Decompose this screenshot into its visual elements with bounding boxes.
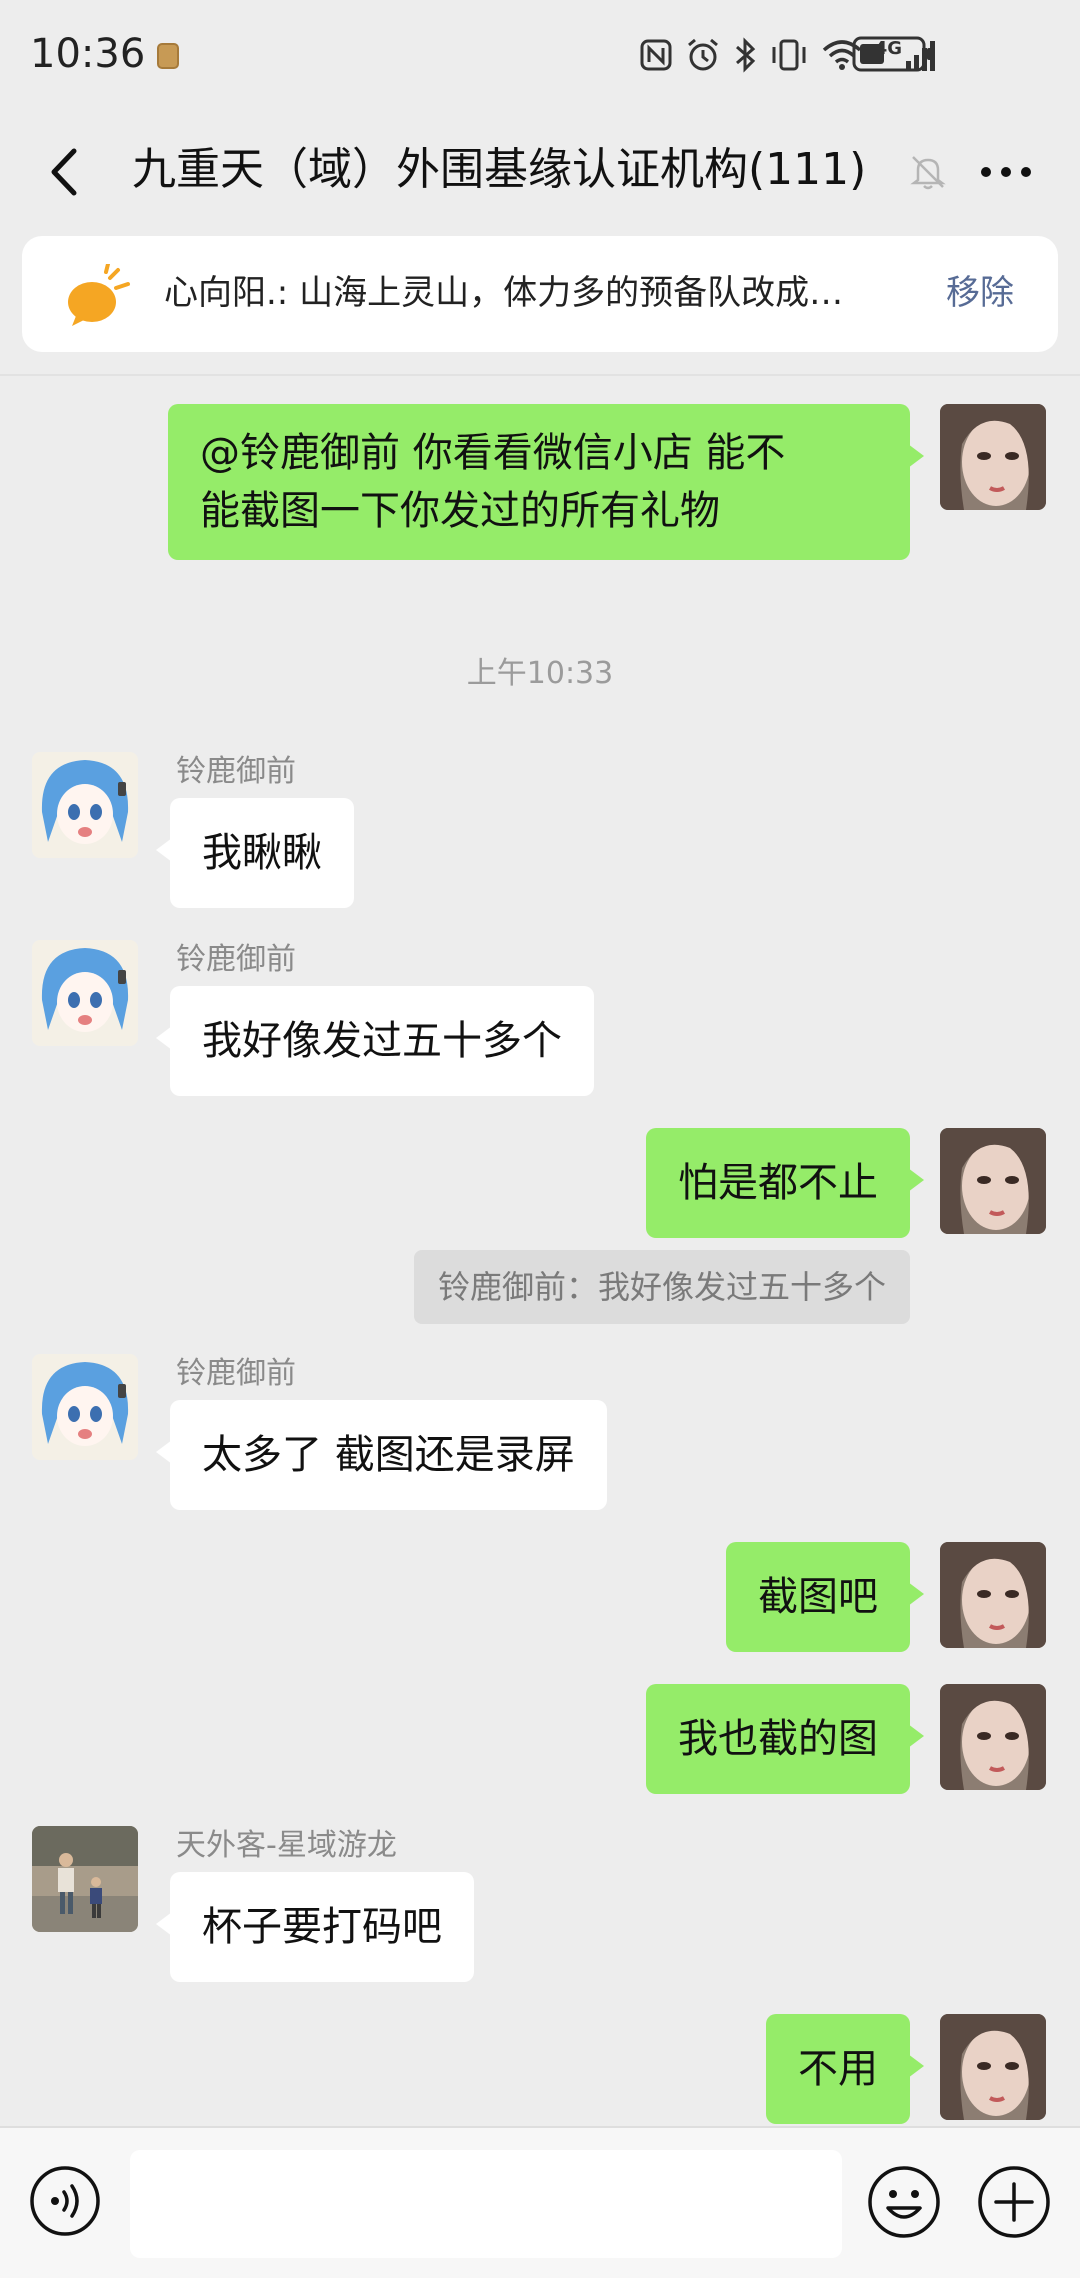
bluetooth-icon [735,37,755,73]
message-text: 我好像发过五十多个 [202,1018,562,1064]
app-notification-icon [157,43,180,69]
message-text: @铃鹿御前 你看看微信小店 能不 [200,430,786,476]
sender-name: 铃鹿御前 [176,754,296,789]
quoted-message[interactable]: 铃鹿御前：我好像发过五十多个 [413,1250,910,1324]
battery-icon [852,36,932,72]
message-text: 截图吧 [758,1574,878,1620]
message-input-bar [0,2126,1080,2278]
other-message-bubble[interactable]: 我好像发过五十多个 [156,986,594,1096]
pinned-text: 心向阳.: 山海上灵山，体力多的预备队改成… [164,273,844,313]
sender-name: 铃鹿御前 [176,942,296,977]
more-options-button[interactable] [976,148,1036,196]
sender-avatar[interactable] [32,940,138,1046]
quoted-text: 铃鹿御前：我好像发过五十多个 [437,1268,886,1306]
anime-girl-avatar [32,752,138,858]
chat-title: 九重天（域）外围基缘认证机构(111) [132,144,867,195]
my-message-bubble[interactable]: @铃鹿御前 你看看微信小店 能不 能截图一下你发过的所有礼物 [168,404,924,560]
sender-avatar[interactable] [32,1354,138,1460]
sender-avatar[interactable] [32,1826,138,1932]
my-avatar[interactable] [940,1128,1046,1234]
my-avatar[interactable] [940,2014,1046,2120]
other-message-bubble[interactable]: 杯子要打码吧 [156,1872,474,1982]
my-message-bubble[interactable]: 截图吧 [726,1542,924,1652]
message-text: 杯子要打码吧 [202,1904,442,1950]
emoji-icon[interactable] [866,2164,942,2240]
back-arrow-icon [51,148,77,196]
voice-icon[interactable] [28,2164,102,2238]
divider [0,374,1080,376]
message-text: 能截图一下你发过的所有礼物 [200,488,720,534]
alarm-icon [687,38,718,71]
other-message-bubble[interactable]: 我瞅瞅 [156,798,354,908]
woman-portrait-avatar [940,1542,1046,1648]
my-message-bubble[interactable]: 我也截的图 [646,1684,924,1794]
message-text: 我瞅瞅 [202,830,322,876]
message-timestamp: 上午10:33 [466,656,614,691]
chat-header: 九重天（域）外围基缘认证机构(111) [0,108,1080,236]
woman-portrait-avatar [940,404,1046,510]
street-photo-avatar [32,1826,138,1932]
woman-portrait-avatar [940,2014,1046,2120]
bell-muted-icon [910,156,946,190]
sender-avatar[interactable] [32,752,138,858]
sender-name: 天外客-星域游龙 [176,1828,397,1863]
anime-girl-avatar [32,1354,138,1460]
remove-pinned-button[interactable]: 移除 [946,270,1014,316]
anime-girl-avatar [32,940,138,1046]
announcement-icon [68,264,130,326]
plus-icon[interactable] [976,2164,1052,2240]
woman-portrait-avatar [940,1128,1046,1234]
my-avatar[interactable] [940,1542,1046,1648]
vibrate-icon [772,39,806,71]
my-avatar[interactable] [940,404,1046,510]
message-text: 我也截的图 [678,1716,878,1762]
message-text: 不用 [798,2046,878,2092]
message-input[interactable] [130,2150,842,2258]
back-button[interactable] [38,144,88,200]
pinned-announcement[interactable]: 心向阳.: 山海上灵山，体力多的预备队改成… 移除 [22,236,1058,352]
woman-portrait-avatar [940,1684,1046,1790]
my-message-bubble[interactable]: 不用 [766,2014,924,2124]
my-avatar[interactable] [940,1684,1046,1790]
nfc-icon [640,39,672,71]
status-time: 10:36 [30,31,146,77]
sender-name: 铃鹿御前 [176,1356,296,1391]
message-text: 怕是都不止 [678,1160,878,1206]
message-text: 太多了 截图还是录屏 [202,1432,575,1478]
my-message-bubble[interactable]: 怕是都不止 [646,1128,924,1238]
other-message-bubble[interactable]: 太多了 截图还是录屏 [156,1400,607,1510]
